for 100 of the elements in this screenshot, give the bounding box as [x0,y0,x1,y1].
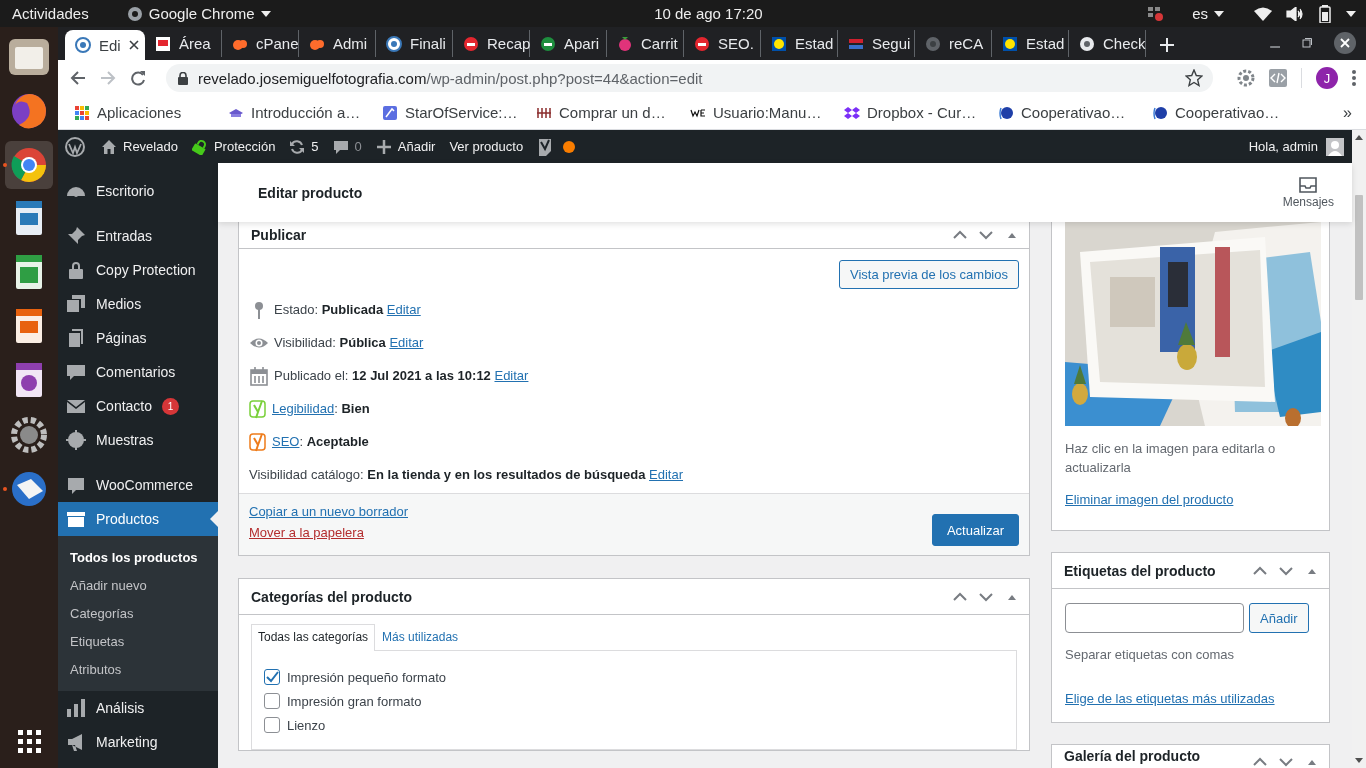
reload-button[interactable] [130,70,146,86]
checkbox[interactable] [264,669,280,685]
code-icon[interactable] [1269,69,1287,87]
close-icon[interactable] [128,40,139,50]
menu-item[interactable]: Productos [58,502,218,536]
menu-item[interactable]: Comentarios [58,355,218,389]
bookmark[interactable]: Introducción a… [228,104,382,121]
menu-item[interactable]: Medios [58,287,218,321]
browser-tab[interactable]: reCA [915,30,992,57]
tag-input-field[interactable] [1065,603,1244,633]
update-button[interactable]: Actualizar [931,514,1019,546]
browser-icon[interactable] [5,141,53,189]
menu-item[interactable]: Contacto 1 [58,389,218,423]
site-icon [386,35,402,52]
caret-icon[interactable] [1346,10,1356,17]
checkbox[interactable] [264,717,280,733]
calendar-icon [249,365,269,386]
browser-tab[interactable]: Recap [453,30,530,57]
refresh-icon [289,138,306,155]
browser-tab[interactable]: Admi [299,30,376,57]
app-menu[interactable]: Google Chrome [126,5,271,22]
admin-bar-link[interactable]: Añadir [375,138,436,155]
wifi-icon [1254,6,1272,21]
copy-link[interactable]: Copiar a un nuevo borrador [249,504,932,519]
admin-bar-link[interactable]: 5 [289,138,319,155]
submenu-item[interactable]: Categorías [58,599,218,627]
submenu-item[interactable]: Añadir nuevo [58,571,218,599]
profile-avatar[interactable]: J [1316,67,1338,89]
menu-item[interactable]: WooCommerce [58,468,218,502]
site-icon [1152,104,1168,121]
site-icon [925,35,941,52]
tab[interactable]: Más utilizadas [375,624,466,650]
trash-link[interactable]: Mover a la papelera [249,525,932,540]
browser-tab[interactable]: Finali [376,30,453,57]
site-icon [998,104,1014,121]
browser-tab[interactable]: Carrit [607,30,684,57]
y-badge-icon[interactable] [537,136,554,157]
clock[interactable]: 10 de ago 17:20 [654,5,763,22]
menu-item[interactable]: Escritorio [58,174,218,208]
menu-item[interactable]: Páginas [58,321,218,355]
preview-button[interactable]: Vista previa de los cambios [839,260,1019,289]
back-button[interactable] [70,70,86,86]
edit-link[interactable]: Editar [386,302,421,317]
plus-icon [375,138,392,155]
browser-tab[interactable]: Apari [530,30,607,57]
logo-icon[interactable] [65,136,85,157]
submenu-item[interactable]: Todos los productos [58,543,218,571]
site-icon [694,35,710,52]
admin-bar-link[interactable]: Protección [191,138,276,155]
browser-tab[interactable]: Edi [65,30,145,60]
menu-item[interactable]: Entradas [58,219,218,253]
close-button[interactable] [1334,32,1356,54]
site-icon [463,35,479,52]
checkbox[interactable] [264,693,280,709]
bookmark[interactable]: Aplicaciones [74,104,228,121]
browser-tab[interactable]: Segui [838,30,915,57]
bookmark[interactable]: Comprar un d… [536,104,690,121]
account-menu[interactable]: Hola, admin [1248,137,1344,156]
browser-tab[interactable]: Estad [761,30,838,57]
browser-tab[interactable]: Área [145,30,222,57]
menu-item[interactable]: Copy Protection [58,253,218,287]
address-bar[interactable]: revelado.josemiguelfotografia.com/wp-admin/post.php?post=44&action=edit [166,64,1213,92]
add-button[interactable]: Añadir [1249,603,1309,633]
browser-tab[interactable]: Estad [992,30,1069,57]
edit-link[interactable]: Editar [649,467,683,482]
menu-item[interactable]: Análisis [58,691,218,725]
browser-tab[interactable]: SEO. [684,30,761,57]
bookmark[interactable]: Cooperativao… [1152,104,1306,121]
admin-bar-link[interactable]: Revelado [101,138,178,155]
pushpin-icon [66,226,86,246]
bookmark[interactable]: Usuario:Manu… [690,104,844,121]
messages-button[interactable]: Mensajes [1276,175,1340,210]
status-text: Visibilidad catálogo: En la tienda y en los resultados de búsqueda Editar [249,467,683,482]
lock-icon[interactable] [178,71,188,85]
browser-tab[interactable]: Check [1069,30,1146,57]
edit-link[interactable]: Editar [494,368,529,383]
browser-tab[interactable]: cPane [222,30,299,57]
submenu-item[interactable]: Etiquetas [58,627,218,655]
activities-button[interactable]: Actividades [12,5,89,22]
admin-bar-link[interactable]: 0 [332,138,362,155]
maximize-button[interactable] [1302,38,1312,48]
site-icon [771,35,787,52]
menu-icon[interactable] [1352,70,1356,86]
language-menu[interactable]: es [1192,5,1224,22]
menu-item[interactable]: Marketing [58,725,218,759]
popular-tags-link[interactable]: Elige de las etiquetas más utilizadas [1065,691,1275,706]
battery-icon [1318,4,1332,23]
remove-image-link[interactable]: Eliminar imagen del producto [1065,492,1234,507]
edit-link[interactable]: Editar [389,335,424,350]
bookmark-star-icon[interactable] [1185,69,1203,87]
admin-bar-link[interactable]: Ver producto [449,139,524,154]
bookmark[interactable]: Dropbox - Cur… [844,104,998,121]
bookmark[interactable]: StarOfService:… [382,104,536,121]
new-tab-icon[interactable] [1160,38,1174,52]
more-bookmarks-button[interactable]: » [1343,103,1352,122]
submenu-item[interactable]: Atributos [58,655,218,683]
menu-item[interactable]: Muestras [58,423,218,457]
status-text: Legibilidad: Bien [272,401,370,416]
bookmark[interactable]: Cooperativao… [998,104,1152,121]
tab[interactable]: Todas las categorías [251,624,376,651]
